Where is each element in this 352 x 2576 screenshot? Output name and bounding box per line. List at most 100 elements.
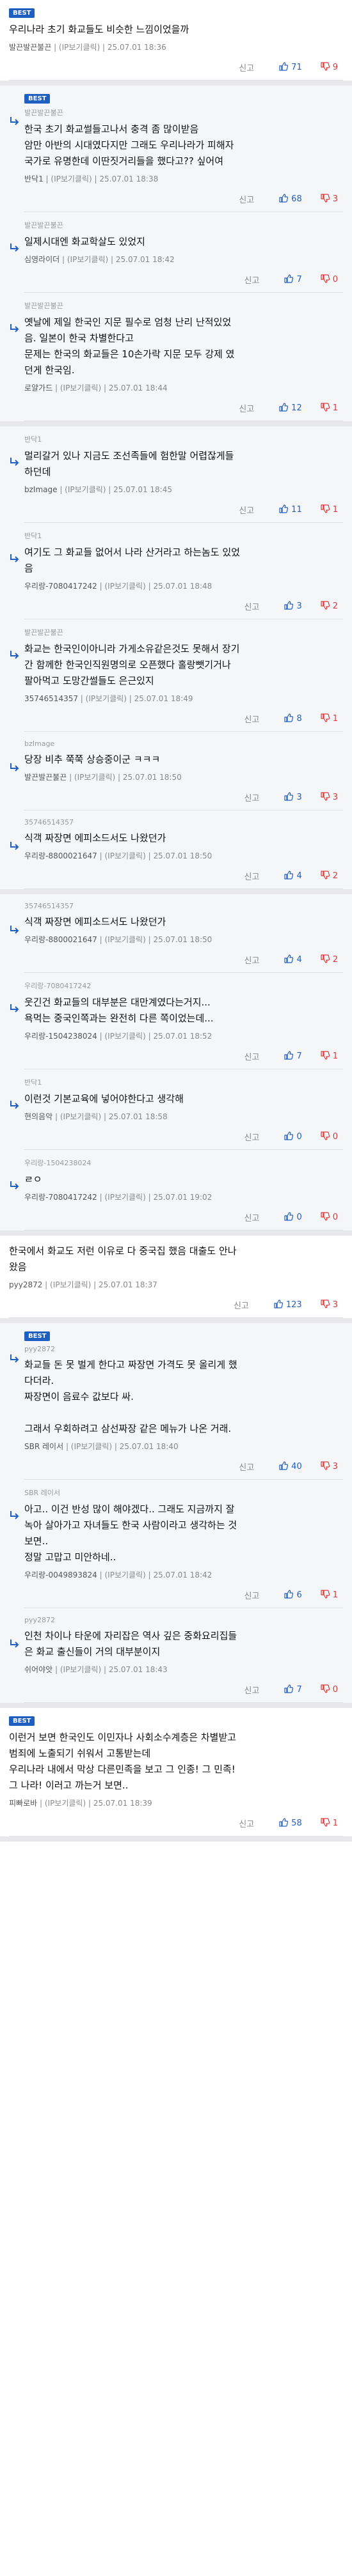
upvote-button[interactable]: 3 [284, 791, 302, 804]
downvote-button[interactable]: 1 [320, 1817, 338, 1830]
report-button[interactable]: 신고 [244, 791, 260, 803]
ip-view-link[interactable]: | (IP보기클릭) [78, 694, 127, 703]
ip-view-link[interactable]: | (IP보기클릭) [37, 1799, 86, 1808]
downvote-button[interactable]: 3 [320, 1461, 338, 1473]
downvote-button[interactable]: 3 [320, 1299, 338, 1312]
ip-view-link[interactable]: | (IP보기클릭) [60, 255, 108, 264]
upvote-button[interactable]: 0 [284, 1211, 302, 1224]
reply-target-nick[interactable]: pyy2872 [24, 1616, 343, 1624]
ip-view-link[interactable]: | (IP보기클릭) [67, 773, 115, 782]
downvote-button[interactable]: 0 [320, 1684, 338, 1696]
downvote-button[interactable]: 3 [320, 193, 338, 206]
downvote-button[interactable]: 0 [320, 1211, 338, 1224]
ip-view-link[interactable]: | (IP보기클릭) [52, 1112, 101, 1121]
upvote-button[interactable]: 123 [273, 1299, 302, 1312]
author-nick[interactable]: 우리랑-7080417242 [24, 1193, 97, 1202]
report-button[interactable]: 신고 [239, 402, 254, 414]
report-button[interactable]: 신고 [244, 1589, 260, 1601]
downvote-button[interactable]: 0 [320, 274, 338, 286]
reply-target-nick[interactable]: 35746514357 [24, 818, 343, 826]
author-nick[interactable]: 우리랑-8800021647 [24, 851, 97, 860]
upvote-button[interactable]: 7 [284, 274, 302, 286]
author-nick[interactable]: 현의음악 [24, 1112, 52, 1121]
upvote-button[interactable]: 7 [284, 1050, 302, 1063]
ip-view-link[interactable]: | (IP보기클릭) [97, 1032, 146, 1041]
reply-target-nick[interactable]: 반닥1 [24, 1077, 343, 1087]
downvote-button[interactable]: 9 [320, 61, 338, 74]
report-button[interactable]: 신고 [244, 1211, 260, 1223]
author-nick[interactable]: 우리랑-8800021647 [24, 935, 97, 944]
downvote-button[interactable]: 1 [320, 504, 338, 516]
report-button[interactable]: 신고 [244, 954, 260, 966]
report-button[interactable]: 신고 [239, 61, 254, 74]
upvote-button[interactable]: 7 [284, 1684, 302, 1696]
downvote-button[interactable]: 1 [320, 713, 338, 725]
ip-view-link[interactable]: | (IP보기클릭) [42, 1280, 91, 1289]
author-nick[interactable]: 우리랑-1504238024 [24, 1032, 97, 1041]
reply-target-nick[interactable]: SBR 레이서 [24, 1487, 343, 1498]
downvote-button[interactable]: 3 [320, 791, 338, 804]
reply-target-nick[interactable]: 반닥1 [24, 434, 343, 444]
report-button[interactable]: 신고 [244, 713, 260, 725]
upvote-button[interactable]: 12 [278, 402, 302, 415]
report-button[interactable]: 신고 [244, 1131, 260, 1143]
reply-target-nick[interactable]: 우리랑-1504238024 [24, 1158, 343, 1168]
author-nick[interactable]: 우리랑-0049893824 [24, 1571, 97, 1579]
report-button[interactable]: 신고 [244, 274, 260, 286]
report-button[interactable]: 신고 [239, 193, 254, 205]
author-nick[interactable]: 피빠로바 [9, 1799, 37, 1808]
ip-view-link[interactable]: | (IP보기클릭) [44, 175, 92, 183]
upvote-button[interactable]: 0 [284, 1131, 302, 1144]
ip-view-link[interactable]: | (IP보기클릭) [97, 935, 146, 944]
report-button[interactable]: 신고 [244, 600, 260, 612]
upvote-button[interactable]: 40 [278, 1461, 302, 1473]
upvote-button[interactable]: 71 [278, 61, 302, 74]
upvote-button[interactable]: 4 [284, 870, 302, 883]
ip-view-link[interactable]: | (IP보기클릭) [97, 1571, 146, 1579]
reply-target-nick[interactable]: pyy2872 [24, 1345, 343, 1353]
report-button[interactable]: 신고 [239, 1817, 254, 1829]
downvote-button[interactable]: 2 [320, 600, 338, 613]
author-nick[interactable]: bzImage [24, 485, 58, 494]
author-nick[interactable]: 쉬어야앗 [24, 1665, 52, 1674]
upvote-button[interactable]: 4 [284, 954, 302, 966]
ip-view-link[interactable]: | (IP보기클릭) [58, 485, 106, 494]
reply-target-nick[interactable]: 발끈발끈불끈 [24, 220, 343, 230]
author-nick[interactable]: 우리랑-7080417242 [24, 582, 97, 591]
report-button[interactable]: 신고 [244, 1684, 260, 1696]
reply-target-nick[interactable]: 우리랑-7080417242 [24, 981, 343, 991]
downvote-button[interactable]: 1 [320, 402, 338, 415]
author-nick[interactable]: 발끈발끈불끈 [24, 773, 67, 782]
ip-view-link[interactable]: | (IP보기클릭) [51, 43, 100, 52]
downvote-button[interactable]: 1 [320, 1589, 338, 1602]
report-button[interactable]: 신고 [239, 504, 254, 516]
reply-target-nick[interactable]: 35746514357 [24, 902, 343, 910]
reply-target-nick[interactable]: 발끈발끈불끈 [24, 107, 343, 118]
downvote-button[interactable]: 0 [320, 1131, 338, 1144]
author-nick[interactable]: 35746514357 [24, 694, 78, 703]
ip-view-link[interactable]: | (IP보기클릭) [52, 384, 101, 392]
downvote-button[interactable]: 2 [320, 954, 338, 966]
downvote-button[interactable]: 2 [320, 870, 338, 883]
report-button[interactable]: 신고 [239, 1461, 254, 1473]
reply-target-nick[interactable]: 발끈발끈불끈 [24, 627, 343, 637]
ip-view-link[interactable]: | (IP보기클릭) [52, 1665, 101, 1674]
author-nick[interactable]: 발끈발끈불끈 [9, 43, 51, 52]
upvote-button[interactable]: 68 [278, 193, 302, 206]
reply-target-nick[interactable]: 발끈발끈불끈 [24, 300, 343, 311]
upvote-button[interactable]: 11 [278, 504, 302, 516]
upvote-button[interactable]: 8 [284, 713, 302, 725]
author-nick[interactable]: SBR 레이서 [24, 1442, 63, 1451]
report-button[interactable]: 신고 [244, 870, 260, 882]
ip-view-link[interactable]: | (IP보기클릭) [97, 582, 146, 591]
downvote-button[interactable]: 1 [320, 1050, 338, 1063]
author-nick[interactable]: 로얄가드 [24, 384, 52, 392]
ip-view-link[interactable]: | (IP보기클릭) [97, 1193, 146, 1202]
ip-view-link[interactable]: | (IP보기클릭) [97, 851, 146, 860]
upvote-button[interactable]: 3 [284, 600, 302, 613]
author-nick[interactable]: 심영라이더 [24, 255, 60, 264]
author-nick[interactable]: pyy2872 [9, 1280, 42, 1289]
upvote-button[interactable]: 6 [284, 1589, 302, 1602]
reply-target-nick[interactable]: bzImage [24, 740, 343, 748]
author-nick[interactable]: 반닥1 [24, 175, 44, 183]
